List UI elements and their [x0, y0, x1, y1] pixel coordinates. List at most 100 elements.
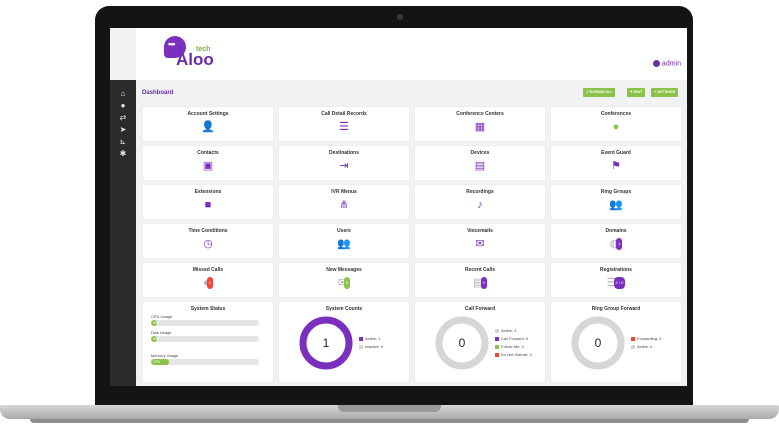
- donut-center: 0: [458, 336, 466, 350]
- system-status-widget[interactable]: System Status CPU Usage 0% Disk Usage 0%…: [143, 302, 273, 382]
- card-ring-groups[interactable]: Ring Groups 👥: [551, 185, 681, 219]
- user-friends-icon: 👥: [337, 238, 351, 250]
- legend-dnd: Do Not Disturb: 0: [495, 352, 532, 357]
- recent-calls-icon: ▤0: [473, 277, 487, 289]
- settings-button[interactable]: + SETTINGS: [651, 88, 679, 97]
- address-card-icon: ▣: [202, 160, 214, 172]
- card-recent-calls[interactable]: Recent Calls ▤0: [415, 263, 545, 297]
- list-icon: ☰: [339, 121, 349, 133]
- microphone-icon: ♪: [477, 199, 483, 211]
- main-content: Dashboard ⤢ EXPAND ALL ✎ EDIT + SETTINGS…: [136, 80, 687, 386]
- card-conference-centers[interactable]: Conference Centers ▦: [415, 107, 545, 141]
- card-label: New Messages: [326, 267, 362, 273]
- expand-all-button[interactable]: ⤢ EXPAND ALL: [583, 88, 616, 97]
- widget-title: System Status: [190, 306, 226, 312]
- user-cog-icon: 👤: [201, 121, 215, 133]
- card-label: Recent Calls: [464, 267, 495, 273]
- card-label: Conferences: [600, 111, 632, 117]
- legend-dnd-text: Do Not Disturb: 0: [501, 352, 532, 357]
- user-name: admin: [661, 60, 681, 68]
- sidebar: ⌂ ● ⇄ ➤ ⊾ ✱: [110, 80, 136, 386]
- registrations-icon: ☰2 / 0: [606, 277, 626, 289]
- card-registrations[interactable]: Registrations ☰2 / 0: [551, 263, 681, 297]
- laptop-notch: [338, 405, 441, 412]
- card-domains[interactable]: Domains ◍1: [551, 224, 681, 258]
- legend-active: Active: 0: [631, 344, 652, 349]
- card-label: Devices: [470, 150, 490, 156]
- card-label: Conference Centers: [456, 111, 504, 117]
- recent-badge: 0: [480, 277, 487, 289]
- expand-all-label: EXPAND ALL: [589, 90, 613, 94]
- disk-label: Disk Usage: [151, 330, 172, 335]
- edit-button[interactable]: ✎ EDIT: [627, 88, 646, 97]
- widget-title: Ring Group Forward: [591, 306, 641, 312]
- ring-group-forward-widget[interactable]: Ring Group Forward 0 Forwarding: 0 Activ…: [551, 302, 681, 382]
- screen: ••• Aloo tech admin ⌂ ● ⇄ ➤ ⊾ ✱ Dashboar…: [110, 28, 687, 386]
- logo-text: Aloo: [176, 50, 214, 69]
- widget-title: System Counts: [325, 306, 363, 312]
- card-missed-calls[interactable]: Missed Calls ●0: [143, 263, 273, 297]
- memory-fill: 17%: [151, 359, 170, 365]
- legend-inactive-text: Inactive: 0: [365, 344, 384, 349]
- logo-sub: tech: [196, 46, 211, 53]
- card-label: Users: [337, 228, 351, 234]
- card-event-guard[interactable]: Event Guard ⚑: [551, 146, 681, 180]
- disk-bar: 0%: [151, 336, 259, 342]
- card-conferences[interactable]: Conferences ●: [551, 107, 681, 141]
- cpu-label: CPU Usage: [151, 314, 173, 319]
- globe-icon: ◍1: [609, 238, 623, 250]
- widget-title: Call Forward: [464, 306, 496, 312]
- clock-icon: ◷: [203, 238, 213, 250]
- building-icon: ▦: [474, 121, 486, 133]
- card-users[interactable]: Users 👥: [279, 224, 409, 258]
- memory-label: Memory Usage: [151, 353, 179, 358]
- chart-icon[interactable]: ⊾: [110, 136, 136, 148]
- guard-icon: ⚑: [611, 160, 621, 172]
- disk-fill: 0%: [151, 336, 159, 342]
- card-label: Call Detail Records: [321, 111, 367, 117]
- briefcase-icon: ■: [204, 199, 212, 211]
- card-new-messages[interactable]: New Messages ✉0: [279, 263, 409, 297]
- call-forward-widget[interactable]: Call Forward 0 Active: 3 Call Forward: 0…: [415, 302, 545, 382]
- card-label: Missed Calls: [192, 267, 224, 273]
- card-label: Event Guard: [601, 150, 631, 156]
- card-recordings[interactable]: Recordings ♪: [415, 185, 545, 219]
- registrations-badge: 2 / 0: [613, 277, 626, 289]
- card-ivr-menus[interactable]: IVR Menus ⋔: [279, 185, 409, 219]
- card-devices[interactable]: Devices ▤: [415, 146, 545, 180]
- cpu-bar: 0%: [151, 320, 259, 326]
- legend-forwarding-text: Forwarding: 0: [637, 336, 662, 341]
- card-destinations[interactable]: Destinations ⇥: [279, 146, 409, 180]
- system-counts-widget[interactable]: System Counts 1 Active: 1 Inactive: 0: [279, 302, 409, 382]
- transfer-icon[interactable]: ⇄: [110, 112, 136, 124]
- home-icon[interactable]: ⌂: [110, 88, 136, 100]
- legend-active-text: Active: 3: [501, 328, 517, 333]
- legend-active: Active: 3: [495, 328, 516, 333]
- missed-call-icon: ●0: [143, 277, 273, 289]
- card-label: Ring Groups: [600, 189, 632, 195]
- send-icon[interactable]: ➤: [110, 124, 136, 136]
- domains-badge: 1: [616, 238, 623, 250]
- gear-icon[interactable]: ✱: [110, 148, 136, 160]
- card-contacts[interactable]: Contacts ▣: [143, 146, 273, 180]
- card-time-conditions[interactable]: Time Conditions ◷: [143, 224, 273, 258]
- user-menu[interactable]: admin: [652, 60, 681, 68]
- card-label: Domains: [605, 228, 627, 234]
- legend-forwarding: Forwarding: 0: [631, 336, 661, 341]
- card-extensions[interactable]: Extensions ■: [143, 185, 273, 219]
- users-icon: 👥: [609, 199, 623, 211]
- page-title: Dashboard: [142, 90, 174, 96]
- card-call-detail-records[interactable]: Call Detail Records ☰: [279, 107, 409, 141]
- legend-follow-me-text: Follow Me: 0: [501, 344, 524, 349]
- card-voicemails[interactable]: Voicemails ✉: [415, 224, 545, 258]
- card-label: Extensions: [194, 189, 222, 195]
- logo-dots: •••: [168, 39, 176, 49]
- laptop-base-shadow: [30, 419, 749, 423]
- message-icon: ✉0: [337, 277, 351, 289]
- logo[interactable]: ••• Aloo tech: [164, 36, 214, 72]
- messages-badge: 0: [343, 277, 351, 289]
- card-label: IVR Menus: [331, 189, 357, 195]
- legend-inactive: Inactive: 0: [359, 344, 383, 349]
- user-icon[interactable]: ●: [110, 100, 136, 112]
- card-account-settings[interactable]: Account Settings 👤: [143, 107, 273, 141]
